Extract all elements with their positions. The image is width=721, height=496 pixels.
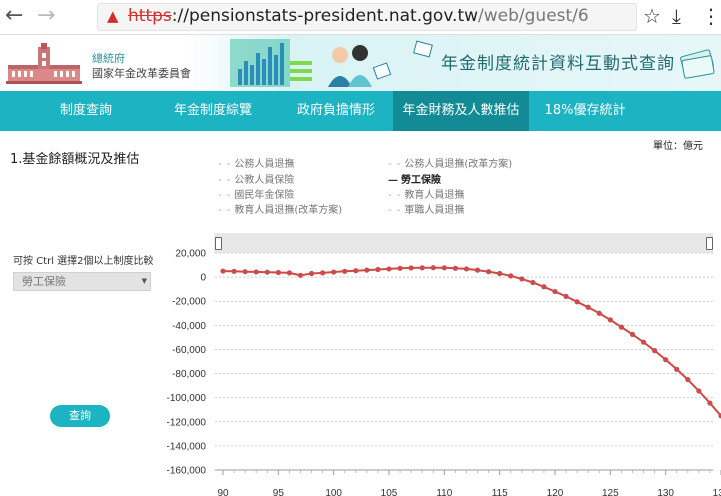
x-tick-label: 135 (713, 488, 721, 496)
y-tick-label: 0 (200, 273, 206, 284)
data-point (640, 339, 647, 345)
data-point (386, 266, 392, 272)
data-point (486, 269, 492, 275)
data-point (320, 270, 326, 276)
data-point (463, 266, 470, 272)
x-tick-label: 95 (273, 488, 285, 496)
fund-balance-chart: 20,000 0 -20,000 -40,000 -60,000 -80,000 -100,… (167, 249, 721, 496)
data-point (596, 310, 602, 316)
data-point (419, 265, 425, 271)
y-tick-label: -100,000 (167, 393, 207, 404)
data-point (707, 400, 713, 406)
data-point (607, 317, 613, 323)
x-tick-label: 125 (602, 488, 619, 496)
data-point (297, 272, 304, 278)
data-point (342, 268, 348, 274)
data-point (585, 304, 591, 310)
data-point (474, 267, 481, 273)
x-tick-label: 120 (547, 488, 564, 496)
y-tick-label: -140,000 (167, 441, 207, 452)
y-tick-label: -20,000 (172, 297, 206, 308)
series-line (222, 266, 721, 417)
data-point (685, 376, 691, 383)
data-point (508, 273, 514, 279)
data-point (663, 357, 669, 363)
data-point (220, 268, 226, 274)
data-point (629, 331, 636, 337)
data-point (430, 265, 436, 271)
data-point (618, 324, 625, 330)
x-tick-label: 130 (657, 488, 674, 496)
data-point (497, 270, 503, 277)
data-point (674, 366, 680, 372)
data-point (696, 388, 702, 394)
x-tick-label: 110 (436, 488, 452, 496)
data-point (452, 265, 458, 271)
y-tick-label: -80,000 (172, 369, 206, 380)
data-point (242, 269, 248, 275)
data-point (275, 269, 281, 276)
data-point (364, 267, 370, 273)
data-point (397, 265, 403, 271)
data-point (652, 348, 658, 354)
x-tick-label: 90 (217, 488, 229, 496)
data-point (408, 265, 414, 271)
data-point (574, 299, 580, 305)
y-tick-label: -120,000 (167, 417, 207, 428)
y-tick-label: 20,000 (175, 249, 206, 260)
data-point (441, 265, 447, 271)
data-point (231, 268, 237, 274)
data-point (353, 268, 359, 274)
data-point (530, 279, 536, 286)
data-point (519, 276, 525, 282)
data-point (286, 270, 292, 276)
data-point (541, 284, 547, 290)
data-point (563, 293, 569, 299)
y-tick-label: -160,000 (167, 466, 207, 477)
y-tick-label: -60,000 (172, 345, 206, 356)
data-point (264, 269, 270, 275)
y-tick-label: -40,000 (172, 321, 206, 332)
x-tick-label: 100 (325, 488, 342, 496)
data-point (253, 269, 259, 275)
data-point (375, 266, 381, 273)
data-point (308, 270, 315, 277)
x-tick-label: 105 (381, 488, 398, 496)
data-point (331, 269, 337, 275)
data-point (552, 288, 558, 295)
x-tick-label: 115 (492, 488, 508, 496)
